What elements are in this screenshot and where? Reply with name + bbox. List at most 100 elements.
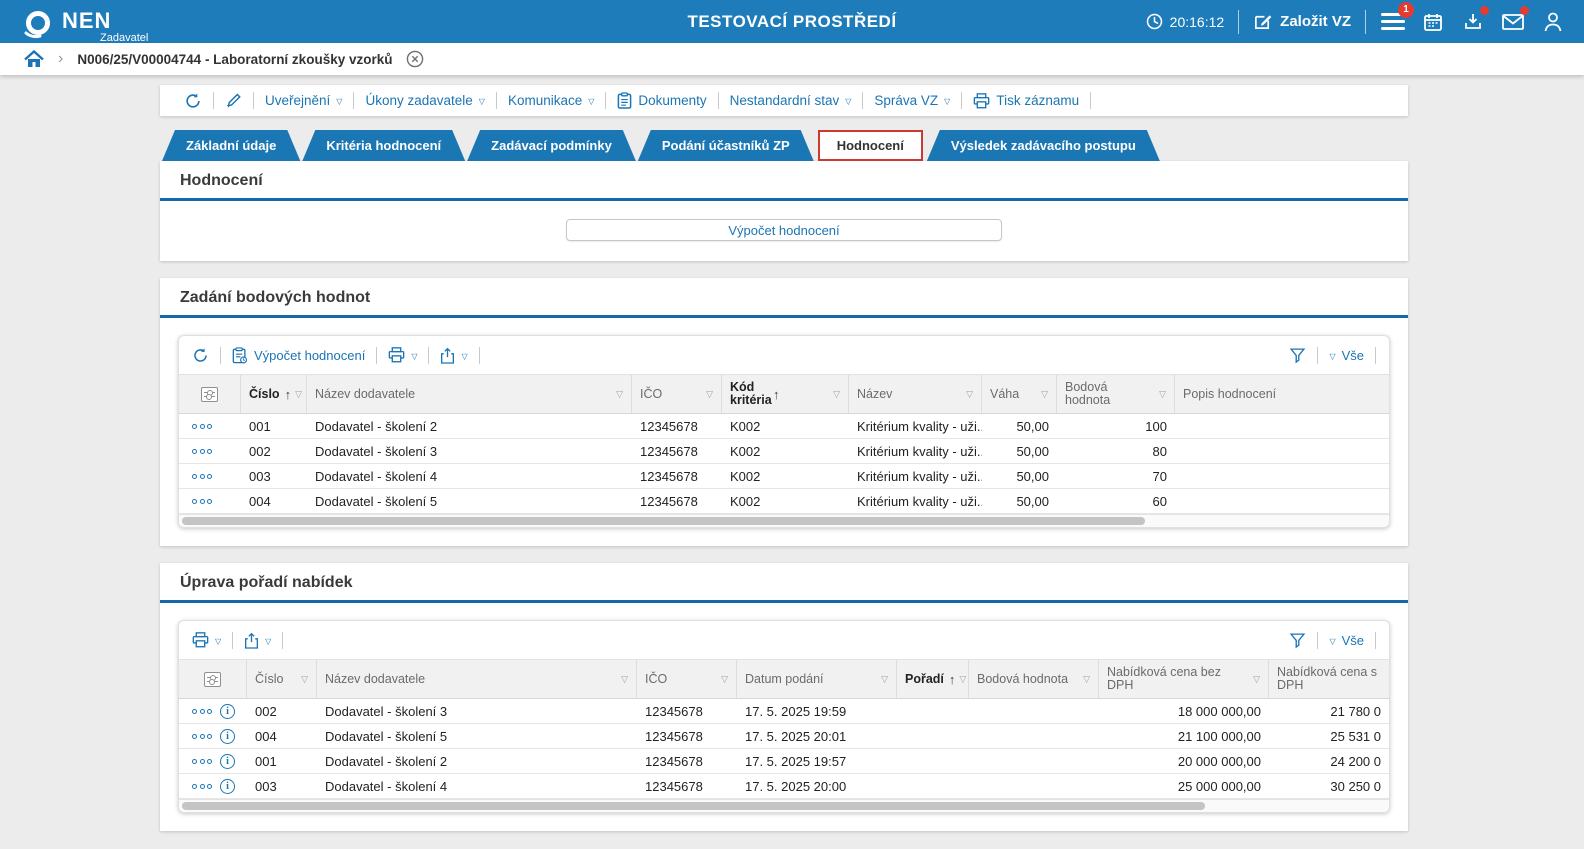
create-vz-button[interactable]: Založit VZ <box>1253 12 1351 31</box>
table-row[interactable]: 001 Dodavatel - školení 2 12345678 K002 … <box>179 414 1389 439</box>
column-chooser-icon[interactable] <box>201 386 218 402</box>
col-bodova-hodnota[interactable]: Bodová hodnota ▽ <box>1057 375 1175 413</box>
column-filter-icon[interactable]: ▽ <box>955 674 966 685</box>
col-nazev-dodavatele[interactable]: Název dodavatele ▽ <box>307 375 632 413</box>
info-icon[interactable]: i <box>220 753 235 769</box>
column-chooser-icon[interactable] <box>204 671 221 687</box>
user-button[interactable] <box>1540 9 1566 35</box>
grid-print-button[interactable]: ▽ <box>192 632 221 648</box>
column-filter-icon[interactable]: ▽ <box>829 389 840 400</box>
grid-export-button[interactable]: ▽ <box>440 347 468 364</box>
printer-icon <box>192 632 209 648</box>
horizontal-scrollbar[interactable] <box>179 799 1389 812</box>
scrollbar-thumb[interactable] <box>182 517 1146 525</box>
column-filter-icon[interactable]: ▽ <box>1037 389 1048 400</box>
column-filter-icon[interactable]: ▽ <box>297 674 308 685</box>
grid-refresh-button[interactable] <box>192 347 209 364</box>
col-datum-podani[interactable]: Datum podání ▽ <box>737 660 897 698</box>
grid-show-all-control[interactable]: ▽ Vše <box>1329 348 1364 363</box>
col-cislo[interactable]: Číslo ▽ <box>247 660 317 698</box>
grid-print-button[interactable]: ▽ <box>388 347 417 363</box>
downloads-button[interactable] <box>1460 5 1489 35</box>
mail-icon <box>1502 13 1524 30</box>
info-icon[interactable]: i <box>220 703 235 719</box>
col-kod-kriteria[interactable]: Kód kritéria ↑ ▽ <box>722 375 849 413</box>
col-cena-s-dph[interactable]: Nabídková cena s DPH <box>1269 660 1389 698</box>
col-nazev-dodavatele[interactable]: Název dodavatele ▽ <box>317 660 637 698</box>
scoring-table-toolbar: Výpočet hodnocení ▽ ▽ ▽ Vše <box>179 336 1389 374</box>
grid-filter-button[interactable] <box>1289 347 1306 364</box>
calendar-button[interactable] <box>1420 9 1446 35</box>
col-cena-bez-dph[interactable]: Nabídková cena bez DPH ▽ <box>1099 660 1269 698</box>
row-actions-icon[interactable] <box>192 708 212 714</box>
col-vaha[interactable]: Váha ▽ <box>982 375 1057 413</box>
scrollbar-thumb[interactable] <box>182 802 1206 810</box>
column-filter-icon[interactable]: ▽ <box>1249 674 1260 685</box>
column-filter-icon[interactable]: ▽ <box>612 389 623 400</box>
close-record-button[interactable] <box>406 50 424 68</box>
table-row[interactable]: 002 Dodavatel - školení 3 12345678 K002 … <box>179 439 1389 464</box>
vypocet-hodnoceni-button[interactable]: Výpočet hodnocení <box>566 219 1002 241</box>
column-filter-icon[interactable]: ▽ <box>1079 674 1090 685</box>
menu-sprava-vz[interactable]: Správa VZ ▽ <box>874 93 950 108</box>
tab-hodnoceni[interactable]: Hodnocení <box>817 130 923 161</box>
row-actions-icon[interactable] <box>192 733 212 739</box>
column-filter-icon[interactable]: ▽ <box>877 674 888 685</box>
close-icon <box>407 50 424 68</box>
messages-button[interactable] <box>1500 5 1529 35</box>
table-row[interactable]: i 003 Dodavatel - školení 4 12345678 17.… <box>179 774 1389 799</box>
table-row[interactable]: 004 Dodavatel - školení 5 12345678 K002 … <box>179 489 1389 514</box>
col-nazev[interactable]: Název ▽ <box>849 375 982 413</box>
row-actions-icon[interactable] <box>192 498 212 504</box>
menu-uverejneni[interactable]: Uveřejnění ▽ <box>265 93 342 108</box>
row-actions-icon[interactable] <box>192 473 212 479</box>
refresh-button[interactable] <box>184 92 202 110</box>
row-actions-icon[interactable] <box>192 783 212 789</box>
tab-zadavaci-podminky[interactable]: Zadávací podmínky <box>467 130 636 161</box>
info-icon[interactable]: i <box>220 778 235 794</box>
column-filter-icon[interactable]: ▽ <box>617 674 628 685</box>
row-actions-icon[interactable] <box>192 758 212 764</box>
grid-export-button[interactable]: ▽ <box>244 632 271 649</box>
col-popis-hodnoceni[interactable]: Popis hodnocení <box>1175 375 1389 413</box>
edit-record-button[interactable] <box>225 92 242 109</box>
grid-filter-button[interactable] <box>1289 632 1306 649</box>
breadcrumb-chevron-icon: › <box>58 50 64 67</box>
tab-vysledek-postupu[interactable]: Výsledek zadávacího postupu <box>927 130 1160 161</box>
row-actions-icon[interactable] <box>192 423 212 429</box>
column-filter-icon[interactable]: ▽ <box>717 674 728 685</box>
home-button[interactable] <box>24 50 44 68</box>
menu-ukony-zadavatele[interactable]: Úkony zadavatele ▽ <box>365 93 484 108</box>
horizontal-scrollbar[interactable] <box>179 514 1389 527</box>
col-ico[interactable]: IČO ▽ <box>632 375 722 413</box>
nen-logo[interactable]: NEN Zadavatel <box>22 4 148 43</box>
menu-tisk-zaznamu[interactable]: Tisk záznamu <box>973 92 1079 109</box>
table-row[interactable]: i 004 Dodavatel - školení 5 12345678 17.… <box>179 724 1389 749</box>
menu-nestandardni-stav[interactable]: Nestandardní stav ▽ <box>730 93 852 108</box>
column-filter-icon[interactable]: ▽ <box>291 389 302 400</box>
table-row[interactable]: i 001 Dodavatel - školení 2 12345678 17.… <box>179 749 1389 774</box>
tab-zakladni-udaje[interactable]: Základní údaje <box>162 130 300 161</box>
export-icon <box>441 347 455 364</box>
record-actions-toolbar: Uveřejnění ▽ Úkony zadavatele ▽ Komunikace… <box>160 85 1408 116</box>
column-filter-icon[interactable]: ▽ <box>1155 389 1166 400</box>
column-filter-icon[interactable]: ▽ <box>962 389 973 400</box>
tab-podani-ucastniku[interactable]: Podání účastníků ZP <box>638 130 814 161</box>
table-row[interactable]: 003 Dodavatel - školení 4 12345678 K002 … <box>179 464 1389 489</box>
info-icon[interactable]: i <box>220 728 235 744</box>
col-poradi[interactable]: Pořadí ↑ ▽ <box>897 660 969 698</box>
calculation-clipboard-icon <box>232 346 248 363</box>
table-row[interactable]: i 002 Dodavatel - školení 3 12345678 17.… <box>179 699 1389 724</box>
tab-kriteria-hodnoceni[interactable]: Kritéria hodnocení <box>302 130 465 161</box>
col-ico[interactable]: IČO ▽ <box>637 660 737 698</box>
col-bodova-hodnota[interactable]: Bodová hodnota ▽ <box>969 660 1099 698</box>
menu-komunikace[interactable]: Komunikace ▽ <box>508 93 594 108</box>
grid-vypocet-hodnoceni-button[interactable]: Výpočet hodnocení <box>232 346 365 364</box>
menu-dokumenty[interactable]: Dokumenty <box>617 92 707 109</box>
col-cislo[interactable]: Číslo ↑ ▽ <box>241 375 307 413</box>
row-actions-icon[interactable] <box>192 448 212 454</box>
column-filter-icon[interactable]: ▽ <box>702 389 713 400</box>
menu-button[interactable]: 1 <box>1380 1 1414 35</box>
messages-alert-dot <box>1520 5 1529 15</box>
grid-show-all-control[interactable]: ▽ Vše <box>1329 633 1364 648</box>
